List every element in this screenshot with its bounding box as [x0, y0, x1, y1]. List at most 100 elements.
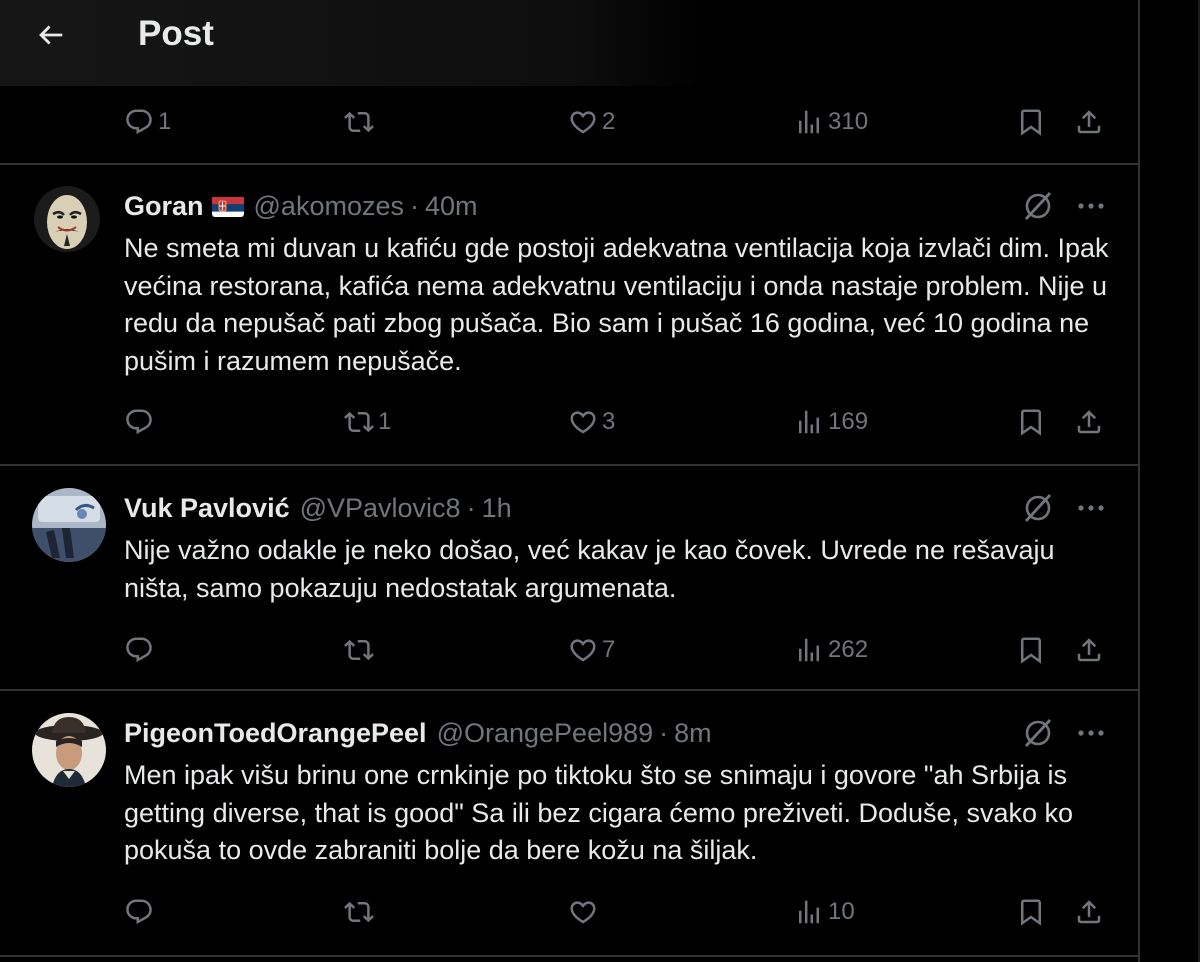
divider [0, 689, 1138, 691]
post-time[interactable]: 40m [425, 191, 478, 222]
reply-count: 1 [158, 108, 172, 135]
share-icon [1077, 900, 1101, 924]
grok-icon[interactable] [1020, 490, 1056, 526]
reply-post[interactable]: Goran @akomozes · 40m Ne smeta mi duvan … [0, 186, 1138, 464]
view-count: 310 [828, 108, 869, 135]
avatar[interactable] [32, 488, 106, 562]
reply-icon [126, 899, 152, 925]
post-text: Nije važno odakle je neko došao, već kak… [124, 535, 1055, 603]
photo-avatar-image [32, 488, 106, 562]
repost-button[interactable]: 1 [344, 402, 391, 442]
like-button[interactable] [568, 892, 602, 932]
like-count: 3 [602, 408, 616, 435]
views-button[interactable]: 262 [794, 630, 868, 670]
reply-button[interactable]: 1 [124, 102, 171, 142]
repost-button[interactable] [344, 102, 378, 142]
repost-icon [344, 901, 374, 923]
views-icon [799, 638, 819, 662]
separator-dot: · [659, 717, 669, 748]
grok-icon[interactable] [1020, 188, 1056, 224]
reply-post[interactable]: Vuk Pavlović @VPavlovic8 · 1h Nije važno… [0, 488, 1138, 688]
reply-post[interactable]: PigeonToedOrangePeel @OrangePeel989 · 8m… [0, 713, 1138, 953]
view-count: 10 [828, 898, 855, 925]
heart-icon [570, 639, 596, 662]
share-button[interactable] [1074, 630, 1104, 670]
repost-button[interactable] [344, 630, 378, 670]
bookmark-button[interactable] [1016, 102, 1046, 142]
username[interactable]: @OrangePeel989 [437, 718, 654, 749]
top-bar: Post [0, 0, 1138, 86]
bookmark-icon [1021, 109, 1041, 136]
views-button[interactable]: 10 [794, 892, 855, 932]
avatar[interactable] [34, 186, 100, 252]
like-button[interactable]: 2 [568, 102, 615, 142]
views-icon [799, 900, 819, 924]
views-button[interactable]: 169 [794, 402, 868, 442]
more-options-icon[interactable] [1074, 719, 1108, 747]
reply-icon [126, 409, 152, 435]
share-icon [1077, 410, 1101, 434]
reply-icon [126, 637, 152, 663]
main-post-actions: 1 2 310 [0, 102, 1138, 142]
post-header: Vuk Pavlović @VPavlovic8 · 1h [124, 488, 512, 528]
heart-icon [570, 901, 596, 924]
username[interactable]: @VPavlovic8 [300, 493, 461, 524]
avatar[interactable] [32, 713, 106, 787]
reply-button[interactable] [124, 402, 158, 442]
display-name[interactable]: Goran [124, 191, 204, 222]
view-count: 262 [828, 636, 869, 663]
share-icon [1077, 110, 1101, 134]
like-button[interactable]: 3 [568, 402, 615, 442]
bookmark-icon [1021, 409, 1041, 436]
repost-icon [344, 111, 374, 133]
arrow-left-icon[interactable] [34, 18, 68, 52]
repost-button[interactable] [344, 892, 378, 932]
post-text: Ne smeta mi duvan u kafiću gde postoji a… [124, 233, 1109, 376]
views-icon [799, 110, 819, 134]
divider [0, 163, 1138, 165]
share-button[interactable] [1074, 402, 1104, 442]
share-icon [1077, 638, 1101, 662]
divider [0, 955, 1138, 957]
bookmark-button[interactable] [1016, 630, 1046, 670]
views-button[interactable]: 310 [794, 102, 868, 142]
display-name[interactable]: PigeonToedOrangePeel [124, 718, 427, 749]
reply-button[interactable] [124, 630, 158, 670]
share-button[interactable] [1074, 102, 1104, 142]
like-count: 7 [602, 636, 616, 663]
view-count: 169 [828, 408, 869, 435]
grok-icon[interactable] [1020, 715, 1056, 751]
display-name[interactable]: Vuk Pavlović [124, 493, 290, 524]
more-options-icon[interactable] [1074, 494, 1108, 522]
post-time[interactable]: 8m [674, 718, 712, 749]
reply-button[interactable] [124, 892, 158, 932]
bookmark-icon [1021, 637, 1041, 664]
post-text: Men ipak višu brinu one crnkinje po tikt… [124, 760, 1074, 865]
bookmark-button[interactable] [1016, 402, 1046, 442]
post-actions: 1 3 169 [0, 402, 1138, 442]
page-title: Post [138, 14, 214, 53]
serbia-flag-icon [211, 195, 244, 217]
like-count: 2 [602, 108, 616, 135]
divider [0, 464, 1138, 466]
repost-icon [344, 639, 374, 661]
reply-icon [126, 109, 152, 135]
post-header: Goran @akomozes · 40m [124, 186, 478, 226]
mask-avatar-image [34, 186, 100, 252]
separator-dot: · [409, 190, 419, 221]
bookmark-icon [1021, 899, 1041, 926]
repost-count: 1 [378, 408, 392, 435]
post-time[interactable]: 1h [482, 493, 512, 524]
post-header: PigeonToedOrangePeel @OrangePeel989 · 8m [124, 713, 712, 753]
post-actions: 7 262 [0, 630, 1138, 670]
views-icon [799, 410, 819, 434]
post-column: Post 1 2 310 Goran @akomozes · 40m Ne sm… [0, 0, 1140, 962]
username[interactable]: @akomozes [254, 191, 404, 222]
share-button[interactable] [1074, 892, 1104, 932]
like-button[interactable]: 7 [568, 630, 615, 670]
more-options-icon[interactable] [1074, 192, 1108, 220]
bookmark-button[interactable] [1016, 892, 1046, 932]
cowboy-avatar-image [32, 713, 106, 787]
post-actions: 10 [0, 892, 1138, 932]
repost-icon [344, 411, 374, 433]
